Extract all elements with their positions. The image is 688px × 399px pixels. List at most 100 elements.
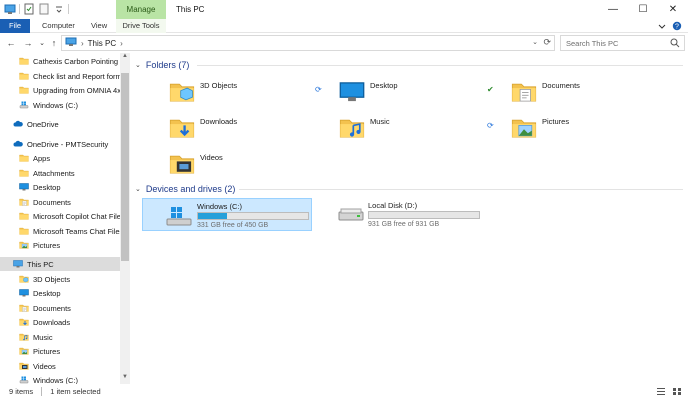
sidebar-item-label: Upgrading from OMNIA 4x bbox=[33, 85, 120, 95]
folders-group-header[interactable]: ⌄ Folders (7) bbox=[135, 58, 189, 72]
scroll-thumb[interactable] bbox=[121, 73, 129, 261]
folder-tile[interactable]: Pictures bbox=[511, 115, 569, 147]
sidebar-item[interactable]: Documents bbox=[0, 195, 120, 209]
sidebar-item-label: Microsoft Teams Chat Files bbox=[33, 226, 120, 236]
sidebar-item[interactable]: OneDrive - PMTSecurity bbox=[0, 137, 120, 151]
window-title: This PC bbox=[176, 5, 205, 14]
sidebar-item[interactable]: Downloads bbox=[0, 315, 120, 329]
music-icon bbox=[339, 115, 365, 141]
sidebar-item[interactable]: Pictures bbox=[0, 238, 120, 252]
folder-label: Music bbox=[370, 117, 390, 126]
scroll-up-icon[interactable]: ▲ bbox=[120, 53, 130, 63]
help-icon[interactable]: ? bbox=[672, 21, 682, 33]
pictures-icon bbox=[511, 115, 537, 141]
large-icons-view-icon[interactable] bbox=[672, 387, 682, 398]
sidebar-item-label: Desktop bbox=[33, 182, 61, 192]
search-box[interactable]: Search This PC bbox=[560, 35, 685, 51]
drive-label: Windows (C:) bbox=[197, 202, 243, 211]
tab-computer[interactable]: Computer bbox=[42, 19, 75, 33]
sidebar-item[interactable]: Attachments bbox=[0, 166, 120, 180]
sidebar-item[interactable]: Videos bbox=[0, 359, 120, 373]
sidebar-item[interactable]: Windows (C:) bbox=[0, 98, 120, 112]
search-input[interactable]: Search This PC bbox=[566, 39, 618, 48]
minimize-button[interactable]: — bbox=[598, 0, 628, 19]
nav-scrollbar[interactable]: ▲ ▼ bbox=[120, 53, 130, 384]
sidebar-item[interactable]: Desktop bbox=[0, 286, 120, 300]
downloads-icon bbox=[19, 317, 29, 327]
folder-label: 3D Objects bbox=[200, 81, 238, 90]
sidebar-item[interactable]: Microsoft Copilot Chat Files bbox=[0, 209, 120, 223]
breadcrumb-separator[interactable]: › bbox=[81, 39, 84, 48]
tab-drive-tools[interactable]: Drive Tools bbox=[116, 19, 166, 33]
tab-file[interactable]: File bbox=[0, 19, 30, 33]
manage-contextual-tab[interactable]: Manage bbox=[116, 0, 166, 19]
breadcrumb-chevron[interactable]: › bbox=[120, 39, 123, 48]
3d-objects-icon bbox=[169, 79, 195, 105]
back-button[interactable]: ← bbox=[5, 36, 17, 50]
ribbon-tabs: File Computer View Drive Tools ? bbox=[0, 19, 688, 33]
computer-icon bbox=[13, 259, 23, 269]
folder-tile[interactable]: Downloads bbox=[169, 115, 237, 147]
sidebar-item[interactable]: Documents bbox=[0, 301, 120, 315]
sidebar-item[interactable]: Microsoft Teams Chat Files bbox=[0, 224, 120, 238]
refresh-icon[interactable]: ⟳ bbox=[543, 37, 551, 48]
sidebar-item[interactable]: Upgrading from OMNIA 4x bbox=[0, 83, 120, 97]
sidebar-item[interactable]: Apps bbox=[0, 151, 120, 165]
sidebar-item-label: Pictures bbox=[33, 346, 61, 356]
sidebar-item[interactable]: Windows (C:) bbox=[0, 373, 120, 384]
folder-tile[interactable]: Documents bbox=[511, 79, 580, 111]
details-view-icon[interactable] bbox=[656, 387, 666, 398]
sidebar-item[interactable]: Pictures bbox=[0, 344, 120, 358]
expand-ribbon-icon[interactable] bbox=[658, 22, 666, 32]
documents-icon bbox=[511, 79, 537, 105]
status-bar: 9 items 1 item selected bbox=[0, 384, 688, 399]
3d-objects-icon bbox=[19, 274, 29, 284]
folders-group-title: Folders (7) bbox=[145, 60, 190, 70]
folder-tile[interactable]: Desktop bbox=[339, 79, 398, 111]
maximize-button[interactable]: ☐ bbox=[628, 0, 658, 19]
address-dropdown-icon[interactable]: ⌄ bbox=[532, 38, 538, 46]
properties-icon[interactable] bbox=[23, 3, 35, 15]
up-button[interactable]: ↑ bbox=[48, 36, 60, 50]
address-bar[interactable]: › This PC › ⌄ ⟳ bbox=[61, 35, 555, 51]
sidebar-item[interactable]: This PC bbox=[0, 257, 120, 271]
videos-icon bbox=[19, 361, 29, 371]
new-folder-icon[interactable] bbox=[38, 3, 50, 15]
sidebar-item-label: Attachments bbox=[33, 168, 75, 178]
folder-tile[interactable]: Videos bbox=[169, 151, 223, 183]
collapse-caret-icon[interactable]: ⌄ bbox=[135, 185, 141, 193]
sidebar-item-label: OneDrive bbox=[27, 119, 59, 129]
sidebar-item-label: Cathexis Carbon Pointing to bbox=[33, 56, 120, 66]
sidebar-item[interactable]: Check list and Report form f bbox=[0, 69, 120, 83]
window-controls: — ☐ ✕ bbox=[598, 0, 688, 19]
documents-icon bbox=[19, 303, 29, 313]
drive-local-disk-d[interactable]: Local Disk (D:) 931 GB free of 931 GB bbox=[333, 198, 503, 231]
tab-view[interactable]: View bbox=[91, 19, 107, 33]
sidebar-item[interactable]: Desktop bbox=[0, 180, 120, 194]
sidebar-item[interactable]: 3D Objects bbox=[0, 272, 120, 286]
drives-group-header[interactable]: ⌄ Devices and drives (2) bbox=[135, 182, 235, 196]
folder-tile[interactable]: 3D Objects bbox=[169, 79, 237, 111]
breadcrumb-this-pc[interactable]: This PC bbox=[88, 39, 116, 48]
sidebar-item[interactable]: OneDrive bbox=[0, 117, 120, 131]
sidebar-item-label: Pictures bbox=[33, 240, 61, 250]
customize-toolbar-icon[interactable] bbox=[53, 3, 65, 15]
folder-icon bbox=[19, 153, 29, 163]
folder-icon bbox=[19, 56, 29, 66]
folder-label: Videos bbox=[200, 153, 223, 162]
close-button[interactable]: ✕ bbox=[658, 0, 688, 19]
navigation-pane: Cathexis Carbon Pointing to Check list an… bbox=[0, 53, 130, 384]
sidebar-item[interactable]: Cathexis Carbon Pointing to bbox=[0, 54, 120, 68]
folder-tile[interactable]: Music bbox=[339, 115, 390, 147]
collapse-caret-icon[interactable]: ⌄ bbox=[135, 61, 141, 69]
sidebar-item[interactable]: Music bbox=[0, 330, 120, 344]
ribbon-right-controls: ? bbox=[658, 21, 682, 33]
title-bar: Manage This PC — ☐ ✕ bbox=[0, 0, 688, 20]
sidebar-item-label: Documents bbox=[33, 303, 71, 313]
recent-locations-button[interactable]: ⌄ bbox=[36, 36, 48, 50]
forward-button[interactable]: → bbox=[22, 36, 34, 50]
scroll-down-icon[interactable]: ▼ bbox=[120, 374, 130, 384]
drive-windows-c[interactable]: Windows (C:) 331 GB free of 450 GB bbox=[142, 198, 312, 231]
svg-text:?: ? bbox=[675, 24, 679, 31]
music-icon bbox=[19, 332, 29, 342]
